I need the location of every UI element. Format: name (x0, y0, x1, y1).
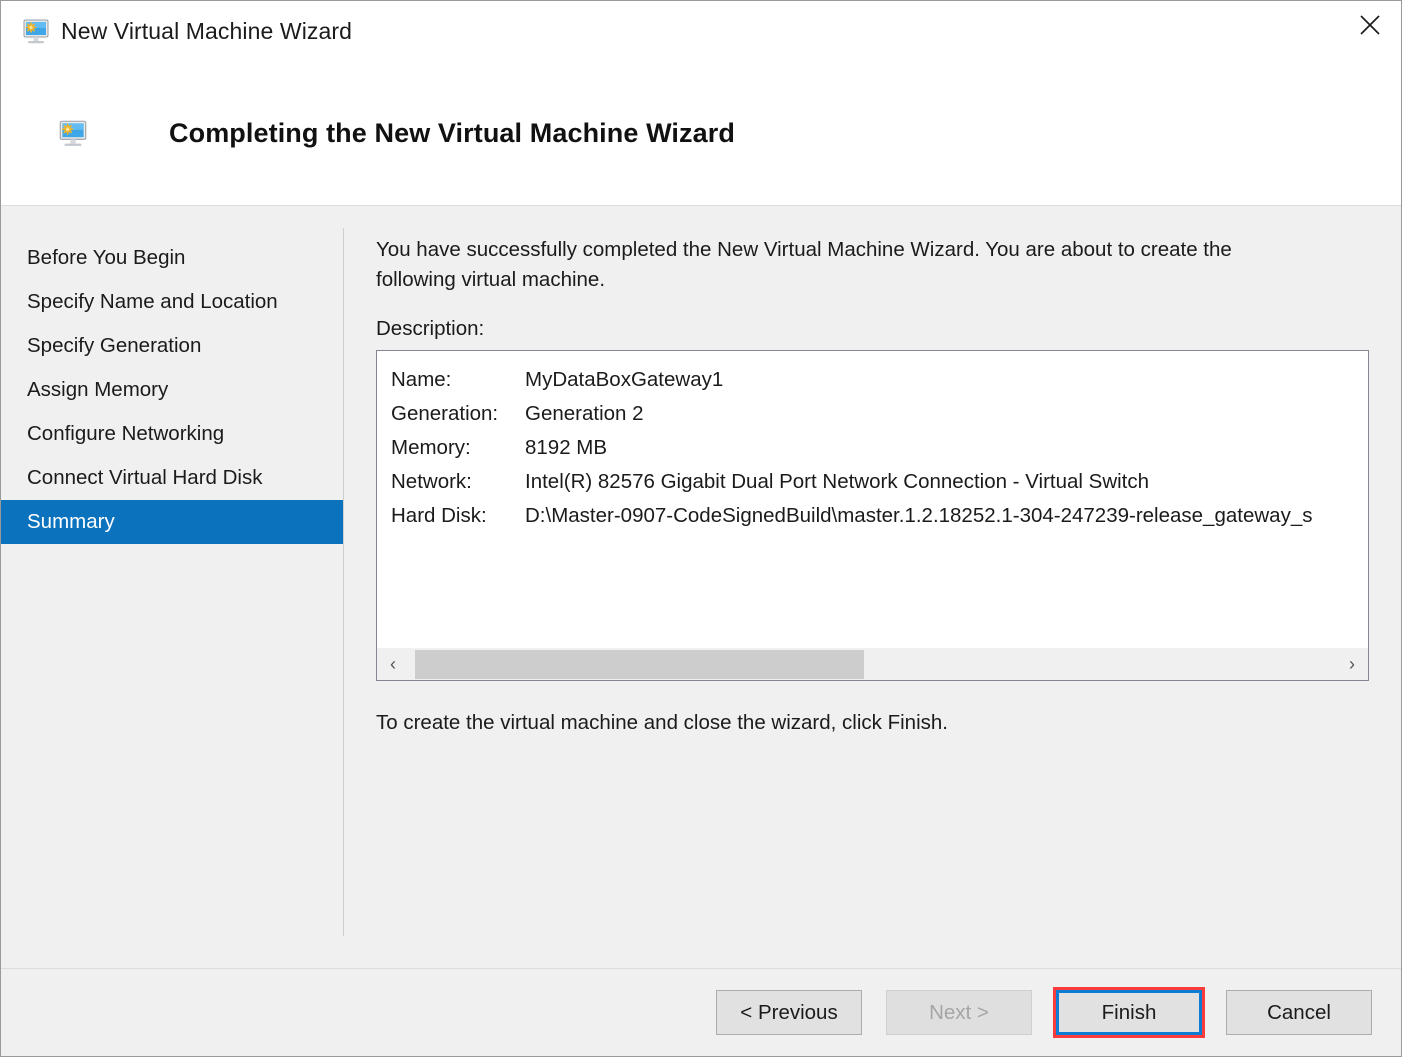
virtual-machine-icon (20, 16, 52, 48)
summary-key: Name: (391, 368, 452, 391)
summary-value: Generation 2 (525, 402, 644, 425)
summary-row-name: Name: MyDataBoxGateway1 (391, 363, 1368, 397)
finish-button[interactable]: Finish (1056, 990, 1202, 1035)
previous-button[interactable]: < Previous (716, 990, 862, 1035)
summary-key: Network: (391, 470, 472, 493)
summary-key: Hard Disk: (391, 504, 487, 527)
sidebar-item-label: Assign Memory (27, 378, 169, 401)
title-bar: New Virtual Machine Wizard (1, 1, 1401, 62)
wizard-body: Before You Begin Specify Name and Locati… (1, 206, 1401, 968)
horizontal-scrollbar[interactable]: ‹ › (377, 647, 1368, 680)
summary-row-memory: Memory: 8192 MB (391, 431, 1368, 465)
sidebar-item-specify-name-and-location[interactable]: Specify Name and Location (1, 280, 343, 324)
summary-value: D:\Master-0907-CodeSignedBuild\master.1.… (525, 504, 1313, 527)
wizard-step-list: Before You Begin Specify Name and Locati… (1, 206, 343, 968)
finish-button-highlight: Finish (1053, 987, 1205, 1038)
summary-key: Generation: (391, 402, 499, 425)
sidebar-item-label: Configure Networking (27, 422, 225, 445)
scroll-left-icon[interactable]: ‹ (377, 648, 409, 680)
intro-text: You have successfully completed the New … (376, 238, 1232, 291)
sidebar-item-label: Specify Generation (27, 334, 202, 357)
virtual-machine-icon (56, 117, 90, 151)
summary-row-hard-disk: Hard Disk: D:\Master-0907-CodeSignedBuil… (391, 499, 1368, 533)
wizard-footer: < Previous Next > Finish Cancel (1, 968, 1401, 1056)
summary-row-network: Network: Intel(R) 82576 Gigabit Dual Por… (391, 465, 1368, 499)
sidebar-item-label: Specify Name and Location (27, 290, 278, 313)
page-title: Completing the New Virtual Machine Wizar… (169, 118, 735, 148)
close-icon[interactable] (1339, 1, 1401, 49)
scrollbar-track[interactable] (409, 648, 1336, 680)
sidebar-item-label: Before You Begin (27, 246, 186, 269)
scroll-right-icon[interactable]: › (1336, 648, 1368, 680)
summary-value: Intel(R) 82576 Gigabit Dual Port Network… (525, 470, 1150, 493)
summary-rows: Name: MyDataBoxGateway1 Generation: Gene… (377, 351, 1368, 533)
sidebar-item-label: Connect Virtual Hard Disk (27, 466, 263, 489)
next-button: Next > (886, 990, 1032, 1035)
summary-row-generation: Generation: Generation 2 (391, 397, 1368, 431)
sidebar-item-summary[interactable]: Summary (1, 500, 343, 544)
sidebar-item-specify-generation[interactable]: Specify Generation (1, 324, 343, 368)
sidebar-item-assign-memory[interactable]: Assign Memory (1, 368, 343, 412)
closing-note: To create the virtual machine and close … (376, 711, 948, 734)
new-virtual-machine-wizard-window: New Virtual Machine Wizard Completing th… (0, 0, 1402, 1057)
scrollbar-thumb[interactable] (415, 649, 864, 679)
wizard-header: Completing the New Virtual Machine Wizar… (1, 62, 1401, 206)
sidebar-item-before-you-begin[interactable]: Before You Begin (1, 236, 343, 280)
sidebar-item-configure-networking[interactable]: Configure Networking (1, 412, 343, 456)
summary-value: MyDataBoxGateway1 (525, 368, 724, 391)
summary-key: Memory: (391, 436, 471, 459)
sidebar-item-connect-virtual-hard-disk[interactable]: Connect Virtual Hard Disk (1, 456, 343, 500)
window-title: New Virtual Machine Wizard (61, 18, 353, 44)
sidebar-item-label: Summary (27, 510, 115, 533)
description-box: Name: MyDataBoxGateway1 Generation: Gene… (376, 350, 1369, 681)
wizard-content: You have successfully completed the New … (344, 206, 1401, 968)
summary-value: 8192 MB (525, 436, 608, 459)
cancel-button[interactable]: Cancel (1226, 990, 1372, 1035)
description-label: Description: (376, 317, 485, 340)
